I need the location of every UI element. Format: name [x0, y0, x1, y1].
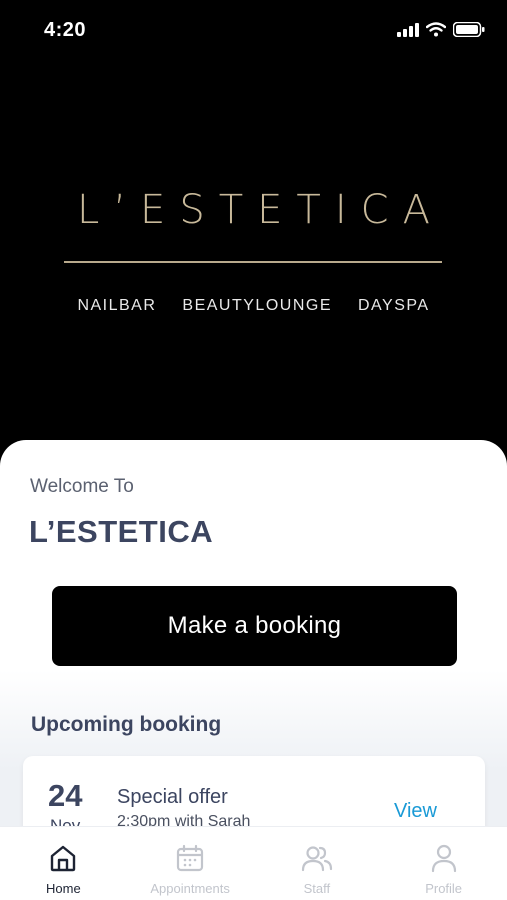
tab-appointments[interactable]: Appointments	[127, 827, 254, 900]
booking-day: 24	[48, 778, 83, 813]
welcome-text: Welcome To	[30, 476, 134, 497]
brand-divider	[64, 261, 442, 263]
upcoming-booking-title: Upcoming booking	[31, 713, 222, 736]
tag-nailbar: NAILBAR	[77, 297, 157, 314]
tab-home[interactable]: Home	[0, 827, 127, 900]
brand-logo: L’ESTETICA	[77, 187, 444, 233]
booking-title: Special offer	[117, 786, 228, 808]
calendar-icon	[175, 843, 205, 878]
status-time: 4:20	[44, 19, 87, 41]
tab-staff[interactable]: Staff	[254, 827, 381, 900]
profile-icon	[429, 843, 459, 878]
brand-tags: NAILBAR BEAUTYLOUNGE DAYSPA	[0, 297, 507, 315]
tab-appointments-label: Appointments	[150, 881, 230, 896]
tab-home-label: Home	[46, 881, 81, 896]
tab-staff-label: Staff	[303, 881, 331, 896]
make-booking-button[interactable]: Make a booking	[52, 586, 457, 666]
hero-banner: L’ESTETICA NAILBAR BEAUTYLOUNGE DAYSPA	[0, 60, 507, 460]
signal-icon	[397, 22, 419, 42]
tag-beautylounge: BEAUTYLOUNGE	[182, 297, 332, 314]
status-icons	[397, 21, 485, 42]
staff-icon	[300, 843, 334, 878]
welcome-brand: L’ESTETICA	[29, 514, 214, 549]
battery-icon	[452, 21, 485, 42]
tab-profile[interactable]: Profile	[380, 827, 507, 900]
wifi-icon	[425, 22, 447, 42]
status-bar: 4:20	[0, 0, 507, 60]
tag-dayspa: DAYSPA	[358, 297, 430, 314]
view-booking-link[interactable]: View	[394, 800, 437, 823]
tab-bar: Home Appointments Staff Profile	[0, 826, 507, 900]
home-icon	[48, 843, 78, 878]
tab-profile-label: Profile	[425, 881, 463, 896]
